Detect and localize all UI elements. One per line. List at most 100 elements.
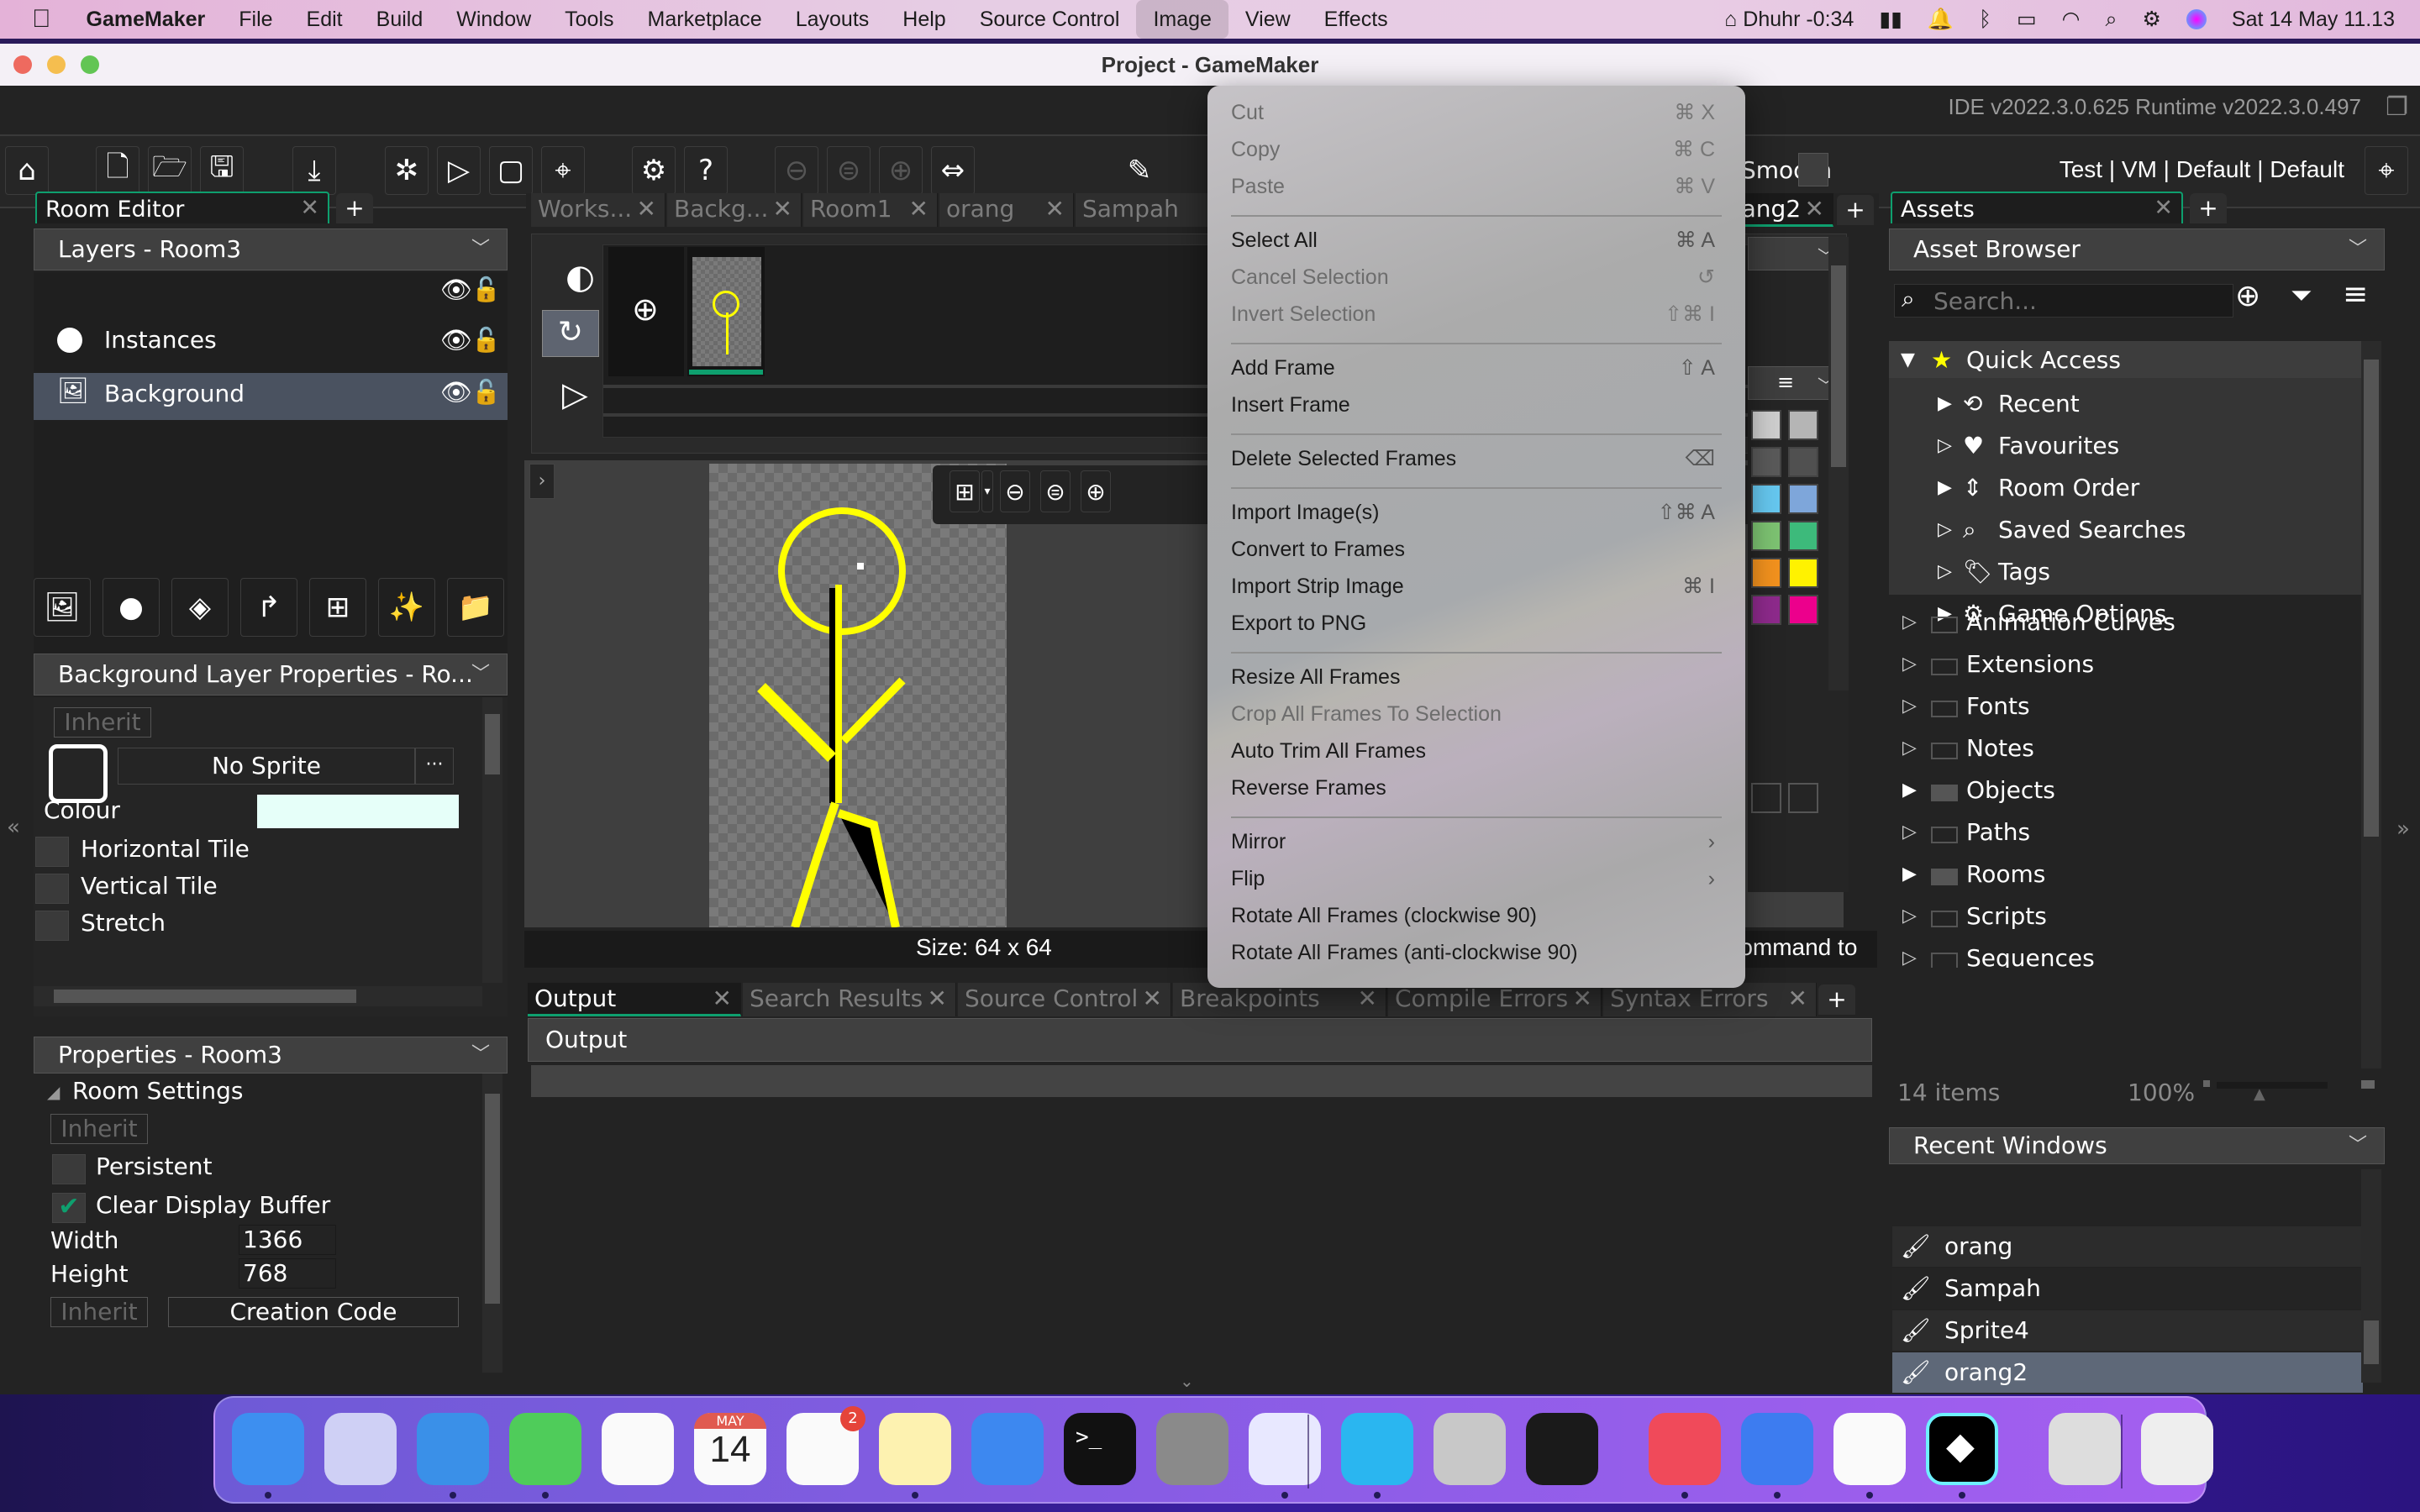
tree-folder-animation-curves[interactable]: ▷ Animation Curves [1892,601,2363,643]
recent-window-item[interactable]: 🖌 orang2 [1892,1352,2363,1393]
dock-photos-icon[interactable] [602,1413,674,1485]
palette-swatch[interactable] [1751,521,1781,551]
dock-terminal-icon[interactable]: >_ [1064,1413,1136,1485]
close-tab-icon[interactable]: ✕ [1788,984,1807,1012]
recent-window-item[interactable]: 🖌 Sampah [1892,1268,2363,1309]
tree-folder-extensions[interactable]: ▷ Extensions [1892,643,2363,685]
help-icon[interactable]: ? [684,146,728,195]
close-tab-icon[interactable]: ✕ [773,195,792,223]
sprite-select[interactable]: No Sprite [118,748,415,785]
menu-edit[interactable]: Edit [290,0,360,39]
vertical-tile-checkbox[interactable] [35,874,69,904]
dock-calendar-icon[interactable]: MAY 14 [694,1413,766,1485]
tree-recent[interactable]: ▶ ⟲ Recent [1892,383,2363,425]
tree-folder-fonts[interactable]: ▷ Fonts [1892,685,2363,727]
tree-room-order[interactable]: ▶ ⇕ Room Order [1892,467,2363,509]
lock-open-icon[interactable]: 🔓 [471,326,501,354]
dock-finder-icon[interactable] [232,1413,304,1485]
tab-workspace[interactable]: Works... ✕ [531,193,666,227]
room-editor-tab[interactable]: Room Editor ✕ [35,192,329,223]
close-tab-icon[interactable]: ✕ [928,984,947,1012]
frame-thumbnail-1[interactable] [687,247,765,376]
create-executable-icon[interactable]: ⤓ [292,146,336,195]
target-crosshair-icon[interactable]: ⌖ [2365,146,2408,195]
notification-bell-icon[interactable]: 🔔 [1928,8,1954,32]
menu-item-reverse-frames[interactable]: Reverse Frames [1231,773,1722,803]
zoom-reset-icon[interactable]: ⊜ [1040,470,1071,512]
close-tab-icon[interactable]: ✕ [300,195,319,221]
new-project-icon[interactable]: 🗋 [96,146,139,195]
menu-item-mirror[interactable]: Mirror › [1231,827,1722,857]
menu-item-rotate-all-frames-anti-clockwise-90[interactable]: Rotate All Frames (anti-clockwise 90) [1231,937,1722,968]
menu-item-delete-selected-frames[interactable]: Delete Selected Frames ⌫ [1231,444,1722,474]
hamburger-menu-icon[interactable]: ≡ [2343,277,2368,312]
tab-room1[interactable]: Room1 ✕ [803,193,938,227]
tree-favourites[interactable]: ▷ ♥ Favourites [1892,425,2363,467]
expand-tools-icon[interactable]: › [529,464,555,499]
tab-syntax-errors[interactable]: Syntax Errors ✕ [1603,983,1817,1016]
lock-open-icon[interactable]: 🔓 [471,276,501,303]
menu-item-import-image-s[interactable]: Import Image(s) ⇧⌘ A [1231,497,1722,528]
zoom-slider-thumb[interactable]: ▲ [2254,1085,2265,1103]
menu-marketplace[interactable]: Marketplace [631,0,779,39]
zoom-slider[interactable] [2217,1082,2328,1089]
collapsed-triangle-icon[interactable]: ▷ [1938,509,1952,551]
dock-messages-icon[interactable] [509,1413,581,1485]
collapsed-triangle-icon[interactable]: ▷ [1902,643,1917,685]
menu-item-add-frame[interactable]: Add Frame ⇧ A [1231,353,1722,383]
palette-swatch[interactable] [1751,595,1781,625]
zoom-in-icon[interactable]: ⊕ [1081,470,1111,512]
collapse-right-icon[interactable]: » [2396,816,2410,842]
dock-xcode-like-icon[interactable] [1341,1413,1413,1485]
open-project-icon[interactable]: 🗁 [148,146,192,195]
eye-icon[interactable]: 👁 [440,276,472,305]
palette-swatch[interactable] [1751,558,1781,588]
dock-zoom-icon[interactable] [1741,1413,1813,1485]
menu-source-control[interactable]: Source Control [963,0,1137,39]
stop-icon[interactable]: ▢ [489,146,533,195]
close-tab-icon[interactable]: ✕ [1045,195,1065,223]
tree-folder-rooms[interactable]: ▶ Rooms [1892,853,2363,895]
game-options-gear-icon[interactable]: ⚙ [632,146,676,195]
layers-header[interactable]: Layers - Room3 ﹀ [34,228,508,270]
menu-item-rotate-all-frames-clockwise-90[interactable]: Rotate All Frames (clockwise 90) [1231,900,1722,931]
wifi-icon[interactable]: ◠ [2062,7,2081,32]
palette-swatch[interactable] [1788,447,1818,477]
collapsed-triangle-filled-icon[interactable]: ▶ [1938,467,1952,509]
grid-toggle-icon[interactable]: ⊞ [950,470,980,512]
debug-bug-icon[interactable]: ✲ [385,146,429,195]
dock-trash-icon[interactable] [2141,1413,2213,1485]
dock-chrome-icon[interactable] [1833,1413,1906,1485]
collapsed-triangle-filled-icon[interactable]: ▶ [1938,383,1952,425]
add-tab-button[interactable]: + [336,193,373,223]
target-selector[interactable]: Test | VM | Default | Default [2060,156,2344,183]
menu-tools[interactable]: Tools [548,0,630,39]
loop-toggle-icon[interactable]: ↻ [542,310,599,357]
spotlight-search-icon[interactable]: ⌕ [2105,8,2117,32]
asset-tree-scrollbar[interactable] [2361,341,2381,1068]
apple-menu-icon[interactable]:  [0,0,70,39]
primary-colour-slot[interactable] [1751,783,1781,813]
add-tab-button[interactable]: + [1818,984,1855,1015]
zoom-reset-icon[interactable]: ⊜ [827,146,871,195]
search-field[interactable]: ⌕ [1894,284,2233,318]
tree-folder-notes[interactable]: ▷ Notes [1892,727,2363,769]
dock-gamemaker-icon[interactable]: ◆ [1926,1413,1998,1485]
tab-sampah[interactable]: Sampah [1076,193,1210,227]
run-play-icon[interactable]: ▷ [437,146,481,195]
close-tab-icon[interactable]: ✕ [1805,195,1824,223]
menu-build[interactable]: Build [360,0,440,39]
palette-swatch[interactable] [1751,484,1781,514]
background-layer-properties-header[interactable]: Background Layer Properties - Ro... ﹀ [34,654,508,696]
room-height-input[interactable]: 768 [239,1258,336,1289]
menu-item-flip[interactable]: Flip › [1231,864,1722,894]
save-project-icon[interactable]: 🖫 [200,146,244,195]
recent-windows-scrollbar[interactable] [2361,1169,2381,1383]
close-tab-icon[interactable]: ✕ [2154,195,2173,221]
dock-downloads-icon[interactable] [2049,1413,2121,1485]
colour-swatch[interactable] [257,795,459,828]
add-tab-button[interactable]: + [1837,195,1874,225]
palette-swatch[interactable] [1788,521,1818,551]
sprite-preview[interactable] [49,744,108,803]
home-icon[interactable]: ⌂ [5,146,49,195]
